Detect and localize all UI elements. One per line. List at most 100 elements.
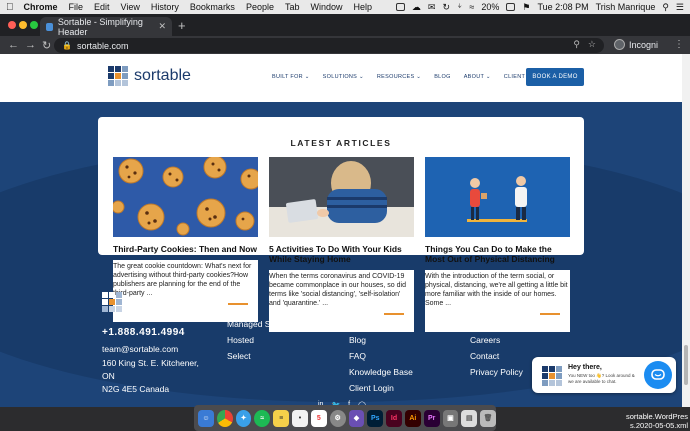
chrome-menu-icon[interactable]: ⋮ [674, 39, 684, 50]
nav-resources[interactable]: RESOURCES ⌄ [377, 74, 421, 80]
screen-icon[interactable] [395, 3, 405, 11]
footer-link-select[interactable]: Select [227, 348, 297, 364]
trash-icon[interactable]: 🗑 [480, 409, 496, 427]
flag-icon[interactable]: ⚑ [522, 2, 530, 13]
menu-history[interactable]: History [151, 2, 179, 12]
search-icon[interactable]: ⚲ [662, 2, 669, 13]
chrome-icon[interactable] [216, 409, 233, 427]
favicon-icon [46, 22, 53, 31]
premiere-icon[interactable]: Pr [423, 409, 440, 427]
zoom-icon[interactable]: ⚲ [573, 39, 580, 50]
status-area: ☁ ✉ ↻ ᛎ ≈ 20% ⚑ Tue 2:08 PM Trish Manriq… [395, 0, 684, 14]
menu-app-name[interactable]: Chrome [24, 2, 58, 12]
footer-email[interactable]: team@sortable.com [102, 341, 199, 357]
footer-link-about[interactable]: About [470, 316, 523, 332]
nav-solutions[interactable]: SOLUTIONS ⌄ [323, 74, 364, 80]
footer-link-privacy-policy[interactable]: Privacy Policy [470, 364, 523, 380]
desktop-file-label[interactable]: sortable.WordPres s.2020-05-05.xml [602, 412, 690, 430]
finder-icon[interactable]: ☺ [198, 409, 214, 427]
sortable-logo[interactable]: sortable [108, 66, 191, 86]
footer-resources: Case Studies Blog FAQ Knowledge Base Cli… [349, 316, 413, 396]
page-scrollbar-thumb[interactable] [684, 345, 688, 385]
forward-icon[interactable]: → [25, 39, 36, 51]
back-icon[interactable]: ← [8, 39, 19, 51]
footer-link-client-login[interactable]: Client Login [349, 380, 413, 396]
app-icon[interactable]: ◆ [348, 409, 365, 427]
close-window-button[interactable] [8, 21, 16, 29]
cloud-icon[interactable]: ☁ [412, 2, 421, 13]
chat-open-button[interactable] [644, 361, 672, 389]
clock[interactable]: Tue 2:08 PM [537, 2, 588, 12]
footer-link-knowledge-base[interactable]: Knowledge Base [349, 364, 413, 380]
latest-articles-heading: LATEST ARTICLES [290, 138, 392, 148]
nav-built-for[interactable]: BUILT FOR ⌄ [272, 74, 310, 80]
username[interactable]: Trish Manrique [596, 2, 656, 12]
chat-widget[interactable]: Hey there, You NEW too 👋? Look around & … [532, 357, 676, 393]
maximize-window-button[interactable] [30, 21, 38, 29]
calendar-icon[interactable]: 5 [310, 409, 327, 427]
footer-link-blog[interactable]: Blog [349, 332, 413, 348]
article-title[interactable]: Third-Party Cookies: Then and Now [113, 244, 258, 254]
incognito-profile[interactable]: Incogni [614, 39, 658, 50]
control-center-icon[interactable]: ☰ [676, 2, 684, 13]
footer-link-managed-services[interactable]: Managed Services [227, 316, 297, 332]
footer-link-faq[interactable]: FAQ [349, 348, 413, 364]
menu-people[interactable]: People [246, 2, 274, 12]
safari-icon[interactable]: ✦ [235, 409, 252, 427]
desktop-file-line1: sortable.WordPres [626, 412, 688, 421]
history-icon[interactable]: ↻ [442, 2, 450, 13]
footer-contact: +1.888.491.4994 team@sortable.com 160 Ki… [102, 325, 199, 396]
document-icon[interactable]: ▤ [461, 409, 478, 427]
article-image-cookies[interactable] [113, 157, 258, 237]
macos-dock: ☺ ✦ ≈ ≡ • 5 ⚙ ◆ Ps Id Ai Pr ▣ ▤ 🗑 [194, 405, 496, 431]
photoshop-icon[interactable]: Ps [367, 409, 384, 427]
footer-link-case-studies[interactable]: Case Studies [349, 316, 413, 332]
indesign-icon[interactable]: Id [386, 409, 402, 427]
notes-icon[interactable]: ≡ [273, 409, 290, 427]
battery-icon[interactable] [506, 3, 516, 11]
apple-icon[interactable]:  [6, 2, 14, 13]
bluetooth-icon[interactable]: ᛎ [457, 2, 462, 12]
nav-blog[interactable]: BLOG [434, 74, 450, 80]
footer-link-careers[interactable]: Careers [470, 332, 523, 348]
spotify-icon[interactable]: ≈ [254, 409, 271, 427]
address-bar[interactable]: 🔒 sortable.com ⚲ ☆ [54, 38, 604, 53]
article-card-cookies[interactable]: Third-Party Cookies: Then and Now The gr… [113, 157, 258, 322]
illustrator-icon[interactable]: Ai [404, 409, 421, 427]
bookmark-star-icon[interactable]: ☆ [588, 39, 596, 50]
reload-icon[interactable]: ↻ [42, 39, 51, 52]
article-excerpt-box: The great cookie countdown: What's next … [113, 260, 258, 322]
menu-tab[interactable]: Tab [285, 2, 300, 12]
nav-about[interactable]: ABOUT ⌄ [464, 74, 491, 80]
menu-bookmarks[interactable]: Bookmarks [190, 2, 235, 12]
lock-icon[interactable]: 🔒 [62, 41, 72, 50]
minimize-window-button[interactable] [19, 21, 27, 29]
menu-view[interactable]: View [121, 2, 140, 12]
menu-help[interactable]: Help [354, 2, 373, 12]
footer-address-line3: N2G 4E5 Canada [102, 384, 170, 394]
menu-file[interactable]: File [69, 2, 84, 12]
article-card-kids[interactable]: 5 Activities To Do With Your Kids While … [269, 157, 414, 332]
system-preferences-icon[interactable]: ⚙ [329, 409, 346, 427]
site-header: sortable BUILT FOR ⌄ SOLUTIONS ⌄ RESOURC… [0, 54, 682, 102]
article-title[interactable]: 5 Activities To Do With Your Kids While … [269, 244, 414, 264]
menu-edit[interactable]: Edit [94, 2, 110, 12]
reminders-icon[interactable]: • [292, 409, 308, 427]
footer-link-hosted[interactable]: Hosted [227, 332, 297, 348]
article-image-distancing[interactable] [425, 157, 570, 237]
footer-phone[interactable]: +1.888.491.4994 [102, 325, 199, 341]
close-tab-icon[interactable]: ✕ [158, 21, 166, 32]
article-title[interactable]: Things You Can Do to Make the Most Out o… [425, 244, 570, 264]
preview-icon[interactable]: ▣ [442, 409, 459, 427]
new-tab-button[interactable]: + [178, 18, 186, 33]
wifi-icon[interactable]: ≈ [469, 2, 474, 12]
menu-window[interactable]: Window [310, 2, 342, 12]
article-card-distancing[interactable]: Things You Can Do to Make the Most Out o… [425, 157, 570, 332]
book-demo-button[interactable]: BOOK A DEMO [526, 68, 584, 86]
article-image-kids[interactable] [269, 157, 414, 237]
mail-icon[interactable]: ✉ [428, 2, 436, 13]
browser-tab[interactable]: Sortable - Simplifying Header ✕ [40, 17, 172, 37]
footer-logo-icon [102, 292, 122, 312]
footer-link-contact[interactable]: Contact [470, 348, 523, 364]
incognito-icon [614, 39, 625, 50]
